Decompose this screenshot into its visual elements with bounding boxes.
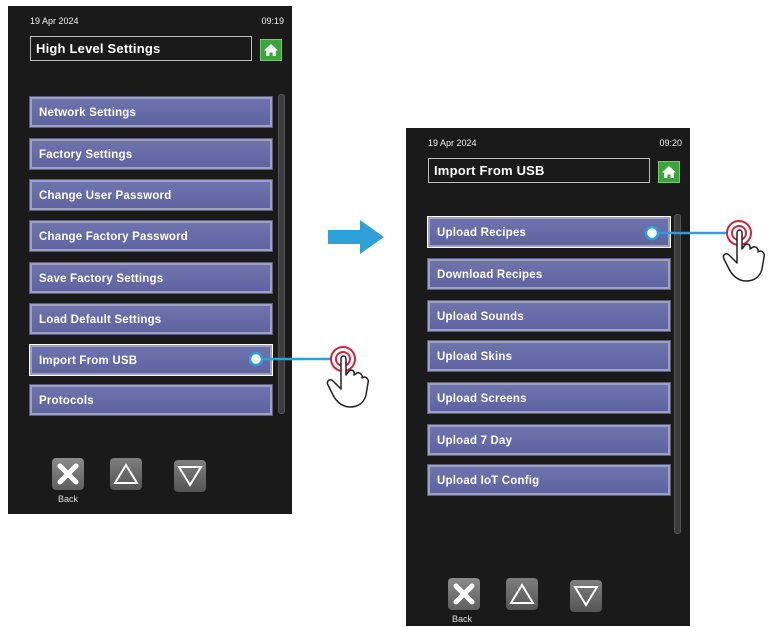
scroll-down-button[interactable] xyxy=(174,460,206,492)
back-label: Back xyxy=(452,614,473,624)
menu-item-load-default-settings[interactable]: Load Default Settings xyxy=(29,303,273,335)
scroll-up-button[interactable] xyxy=(506,578,538,610)
back-button[interactable] xyxy=(52,458,84,490)
page-title: Import From USB xyxy=(428,158,650,183)
arrow-right-icon xyxy=(328,220,384,254)
scroll-down-button[interactable] xyxy=(570,580,602,612)
back-label: Back xyxy=(58,494,79,504)
status-bar: 19 Apr 2024 09:19 xyxy=(8,16,292,30)
menu-item-factory-settings[interactable]: Factory Settings xyxy=(29,138,273,170)
triangle-up-icon xyxy=(509,583,535,604)
menu-item-save-factory-settings[interactable]: Save Factory Settings xyxy=(29,262,273,294)
menu-item-change-user-password[interactable]: Change User Password xyxy=(29,179,273,211)
menu-item-upload-screens[interactable]: Upload Screens xyxy=(427,382,671,414)
import-from-usb-screen: 19 Apr 2024 09:20 Import From USB Upload… xyxy=(406,128,690,626)
home-icon xyxy=(662,166,676,178)
menu-item-network-settings[interactable]: Network Settings xyxy=(29,96,273,128)
close-icon xyxy=(57,463,79,485)
scroll-up-button[interactable] xyxy=(110,458,142,490)
status-date: 19 Apr 2024 xyxy=(30,16,79,26)
touch-indicator-upload-recipes xyxy=(644,220,765,282)
menu-item-upload-iot-config[interactable]: Upload IoT Config xyxy=(427,464,671,496)
status-bar: 19 Apr 2024 09:20 xyxy=(406,138,690,152)
menu-item-upload-sounds[interactable]: Upload Sounds xyxy=(427,300,671,332)
menu-item-upload-skins[interactable]: Upload Skins xyxy=(427,340,671,372)
menu-item-change-factory-password[interactable]: Change Factory Password xyxy=(29,220,273,252)
high-level-settings-screen: 19 Apr 2024 09:19 High Level Settings Ne… xyxy=(8,6,292,514)
home-button[interactable] xyxy=(260,39,282,61)
page-title: High Level Settings xyxy=(30,36,252,61)
triangle-down-icon xyxy=(573,586,599,607)
touch-indicator-import xyxy=(248,346,369,408)
home-button[interactable] xyxy=(658,161,680,183)
triangle-down-icon xyxy=(177,466,203,487)
status-date: 19 Apr 2024 xyxy=(428,138,477,148)
back-button[interactable] xyxy=(448,578,480,610)
menu-item-upload-7-day[interactable]: Upload 7 Day xyxy=(427,424,671,456)
close-icon xyxy=(453,583,475,605)
home-icon xyxy=(264,44,278,56)
status-time: 09:20 xyxy=(659,138,682,148)
status-time: 09:19 xyxy=(261,16,284,26)
triangle-up-icon xyxy=(113,463,139,484)
